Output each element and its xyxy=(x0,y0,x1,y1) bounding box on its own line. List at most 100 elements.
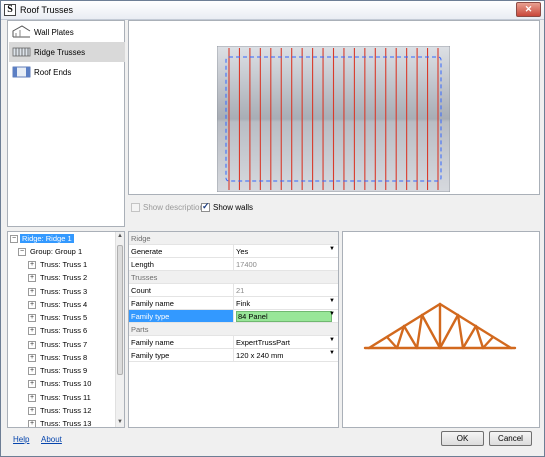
fink-truss-drawing xyxy=(363,302,517,350)
dropdown-arrow-icon[interactable]: ▼ xyxy=(329,298,335,304)
expand-icon[interactable]: + xyxy=(28,353,36,362)
property-value-field[interactable]: 21 xyxy=(233,284,338,296)
property-family-name[interactable]: Family name Fink ▼ xyxy=(129,297,338,310)
category-label: Wall Plates xyxy=(34,28,74,37)
property-family-type[interactable]: Family type 84 Panel ▼ xyxy=(129,310,338,323)
category-label: Roof Ends xyxy=(34,68,72,77)
property-name: Count xyxy=(131,286,152,295)
category-roof-ends[interactable]: Roof Ends xyxy=(9,62,125,82)
show-walls-label: Show walls xyxy=(213,203,254,212)
property-value: Yes xyxy=(236,247,249,256)
tree-item-label: Truss: Truss 3 xyxy=(40,286,88,296)
expand-icon[interactable]: + xyxy=(28,406,36,415)
tree-item-label: Truss: Truss 4 xyxy=(40,299,88,309)
category-header-trusses: Trusses xyxy=(129,271,338,284)
property-value: 21 xyxy=(236,286,245,295)
wall-plates-icon xyxy=(12,25,31,38)
property-value: ExpertTrussPart xyxy=(236,338,290,347)
close-button[interactable]: ✕ xyxy=(516,2,541,17)
expand-icon[interactable]: + xyxy=(28,274,36,283)
category-header-label: Ridge xyxy=(131,234,151,243)
property-name: Family type xyxy=(131,351,170,360)
expand-icon[interactable]: + xyxy=(28,420,36,427)
property-name: Family name xyxy=(131,338,174,347)
show-walls-checkbox[interactable]: ✓ xyxy=(201,201,210,212)
collapse-icon[interactable]: − xyxy=(10,235,18,243)
collapse-icon[interactable]: − xyxy=(18,248,26,256)
show-descriptions-label: Show descriptions xyxy=(143,203,208,212)
property-grid: Ridge Generate Yes ▼ Length 17400 Trusse… xyxy=(128,231,339,428)
title-bar[interactable]: S Roof Trusses ✕ xyxy=(1,1,544,20)
property-parts-family-type[interactable]: Family type 120 x 240 mm ▼ xyxy=(129,349,338,362)
tree-item-label: Truss: Truss 5 xyxy=(40,313,88,322)
app-icon: S xyxy=(4,4,16,16)
property-name: Length xyxy=(131,260,154,269)
property-value-field[interactable]: 17400 xyxy=(233,258,338,270)
expand-icon[interactable]: + xyxy=(28,314,36,322)
category-label: Ridge Trusses xyxy=(34,48,86,57)
tree-item-label: Truss: Truss 10 xyxy=(40,379,92,389)
scroll-thumb[interactable] xyxy=(117,245,123,375)
category-list: Wall Plates Ridge Trusses Roof Ends xyxy=(7,20,125,227)
expand-icon[interactable]: + xyxy=(28,287,36,296)
property-value: 120 x 240 mm xyxy=(236,351,284,360)
dropdown-arrow-icon[interactable]: ▼ xyxy=(329,246,335,252)
dropdown-arrow-icon[interactable]: ▼ xyxy=(329,350,335,356)
category-header-label: Parts xyxy=(131,325,149,334)
property-value-dropdown[interactable]: ExpertTrussPart ▼ xyxy=(233,336,338,348)
truss-preview xyxy=(342,231,540,428)
tree-item-label: Truss: Truss 11 xyxy=(40,392,91,402)
expand-icon[interactable]: + xyxy=(28,393,36,402)
expand-icon[interactable]: + xyxy=(28,261,36,269)
checkmark-icon: ✓ xyxy=(202,201,210,211)
scroll-up-icon[interactable]: ▲ xyxy=(116,232,124,241)
category-ridge-trusses[interactable]: Ridge Trusses xyxy=(9,42,125,62)
tree-item-label: Truss: Truss 1 xyxy=(40,260,88,269)
property-name: Family type xyxy=(129,310,233,322)
tree-item-label: Truss: Truss 9 xyxy=(40,366,88,375)
ok-button[interactable]: OK xyxy=(441,431,484,446)
property-value-dropdown[interactable]: 84 Panel ▼ xyxy=(233,310,338,322)
property-value-dropdown[interactable]: 120 x 240 mm ▼ xyxy=(233,349,338,361)
category-header-parts: Parts xyxy=(129,323,338,336)
property-name: Family name xyxy=(131,299,174,308)
category-wall-plates[interactable]: Wall Plates xyxy=(9,22,125,42)
property-name: Generate xyxy=(131,247,163,256)
show-descriptions-checkbox[interactable] xyxy=(131,203,140,212)
expand-icon[interactable]: + xyxy=(28,300,36,309)
expand-icon[interactable]: + xyxy=(28,327,36,336)
scroll-down-icon[interactable]: ▼ xyxy=(116,418,124,427)
cancel-button[interactable]: Cancel xyxy=(489,431,532,446)
tree-item-label: Truss: Truss 6 xyxy=(40,326,88,336)
tree-item-label: Ridge: Ridge 1 xyxy=(20,234,74,243)
expand-icon[interactable]: + xyxy=(28,340,36,349)
category-header-ridge: Ridge xyxy=(129,232,338,245)
property-value-dropdown[interactable]: Fink ▼ xyxy=(233,297,338,309)
expand-icon[interactable]: + xyxy=(28,367,36,375)
roof-plan-preview[interactable] xyxy=(128,20,540,195)
property-value[interactable]: 84 Panel xyxy=(236,311,332,322)
roof-ends-icon xyxy=(12,66,31,78)
dropdown-arrow-icon[interactable]: ▼ xyxy=(329,311,335,317)
property-parts-family-name[interactable]: Family name ExpertTrussPart ▼ xyxy=(129,336,338,349)
dropdown-arrow-icon[interactable]: ▼ xyxy=(329,337,335,343)
property-generate[interactable]: Generate Yes ▼ xyxy=(129,245,338,258)
property-count[interactable]: Count 21 xyxy=(129,284,338,297)
property-value-dropdown[interactable]: Yes ▼ xyxy=(233,245,338,257)
window-title: Roof Trusses xyxy=(20,5,74,15)
tree-item-label: Truss: Truss 8 xyxy=(40,352,88,362)
ridge-tree: − Ridge: Ridge 1 − Group: Group 1 + Truss… xyxy=(7,231,125,428)
help-link[interactable]: Help xyxy=(13,435,29,444)
property-value: 17400 xyxy=(236,260,257,269)
property-length[interactable]: Length 17400 xyxy=(129,258,338,271)
ridge-trusses-icon xyxy=(12,47,31,57)
tree-item-label: Truss: Truss 2 xyxy=(40,273,88,283)
about-link[interactable]: About xyxy=(41,435,62,444)
tree-item-label: Truss: Truss 12 xyxy=(40,405,92,415)
expand-icon[interactable]: + xyxy=(28,380,36,389)
category-header-label: Trusses xyxy=(131,273,158,282)
tree-item-label: Truss: Truss 7 xyxy=(40,339,88,349)
tree-scrollbar[interactable]: ▲ ▼ xyxy=(115,232,124,427)
roof-trusses-window: S Roof Trusses ✕ Wall Plates Ridge Truss… xyxy=(0,0,545,457)
tree-item-label: Truss: Truss 13 xyxy=(40,419,92,428)
